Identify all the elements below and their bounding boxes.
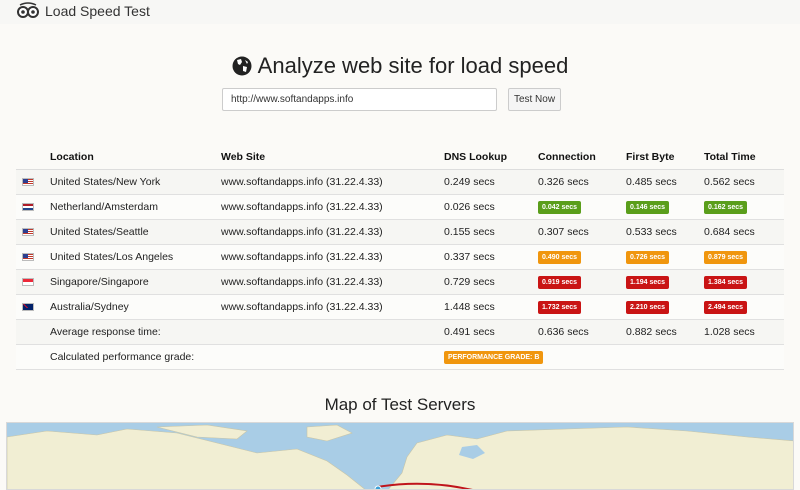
status-badge: 0.146 secs [626,200,670,214]
dns-cell: 0.729 secs [440,269,534,295]
world-map [7,423,793,489]
connection-cell: 0.042 secs [534,194,622,220]
globe-icon [232,56,252,76]
first-byte-cell: 0.146 secs [622,194,700,220]
status-badge: 0.490 secs [538,250,582,264]
au-flag-icon [22,302,34,311]
first-byte-cell: 0.533 secs [622,219,700,245]
table-row: United States/Seattle www.softandapps.in… [16,219,784,245]
location-cell: Netherland/Amsterdam [46,194,217,220]
website-cell: www.softandapps.info (31.22.4.33) [217,194,440,220]
total-time-cell: 0.162 secs [700,194,784,220]
nl-flag-icon [22,202,34,211]
status-badge: 1.194 secs [626,275,670,289]
connection-cell: 0.490 secs [534,244,622,270]
connection-cell: 0.326 secs [534,169,622,195]
average-row: Average response time: 0.491 secs 0.636 … [16,319,784,345]
table-row: Singapore/Singapore www.softandapps.info… [16,269,784,295]
results-table: Location Web Site DNS Lookup Connection … [16,145,784,370]
total-time-cell: 2.494 secs [700,294,784,320]
table-row: United States/New York www.softandapps.i… [16,169,784,195]
table-row: Netherland/Amsterdam www.softandapps.inf… [16,194,784,220]
total-time-cell: 0.562 secs [700,169,784,195]
dns-cell: 0.249 secs [440,169,534,195]
sg-flag-icon [22,277,34,286]
flag-header [16,145,46,170]
table-row: Australia/Sydney www.softandapps.info (3… [16,294,784,320]
dns-cell: 0.026 secs [440,194,534,220]
top-bar: Load Speed Test [0,0,800,24]
website-cell: www.softandapps.info (31.22.4.33) [217,244,440,270]
flag-cell [16,269,46,295]
flag-cell [16,194,46,220]
status-badge: 2.494 secs [704,300,748,314]
status-badge: 2.210 secs [626,300,670,314]
location-cell: Australia/Sydney [46,294,217,320]
status-badge: 1.384 secs [704,275,748,289]
status-badge: 0.919 secs [538,275,582,289]
status-badge: 1.732 secs [538,300,582,314]
dns-cell: 0.155 secs [440,219,534,245]
us-flag-icon [22,252,34,261]
status-badge: 0.042 secs [538,200,582,214]
first-byte-header: First Byte [622,145,700,170]
first-byte-cell: 1.194 secs [622,269,700,295]
flag-cell [16,244,46,270]
page-title: Analyze web site for load speed [257,53,569,78]
page-heading: Analyze web site for load speed [0,52,800,80]
dns-cell: 1.448 secs [440,294,534,320]
dns-cell: 0.337 secs [440,244,534,270]
brand-link[interactable]: Load Speed Test [16,2,150,20]
server-map[interactable] [6,422,794,490]
average-connection: 0.636 secs [534,319,622,345]
dns-header: DNS Lookup [440,145,534,170]
total-time-header: Total Time [700,145,784,170]
test-form: Test Now [222,88,561,111]
flag-cell [16,169,46,195]
first-byte-cell: 0.485 secs [622,169,700,195]
connection-cell: 0.919 secs [534,269,622,295]
us-flag-icon [22,227,34,236]
status-badge: 0.162 secs [704,200,748,214]
performance-grade-badge: PERFORMANCE GRADE: B [444,350,544,364]
connection-cell: 0.307 secs [534,219,622,245]
first-byte-cell: 0.726 secs [622,244,700,270]
connection-cell: 1.732 secs [534,294,622,320]
flag-cell [16,294,46,320]
average-first-byte: 0.882 secs [622,319,700,345]
test-now-button[interactable]: Test Now [508,88,561,111]
total-time-cell: 0.879 secs [700,244,784,270]
location-header: Location [46,145,217,170]
location-cell: United States/New York [46,169,217,195]
map-title: Map of Test Servers [324,395,476,414]
table-header-row: Location Web Site DNS Lookup Connection … [16,145,784,170]
us-flag-icon [22,177,34,186]
grade-label: Calculated performance grade: [46,344,217,370]
website-cell: www.softandapps.info (31.22.4.33) [217,269,440,295]
connection-header: Connection [534,145,622,170]
glasses-icon [16,2,40,20]
grade-row: Calculated performance grade: PERFORMANC… [16,344,784,370]
average-total: 1.028 secs [700,319,784,345]
location-cell: United States/Los Angeles [46,244,217,270]
website-cell: www.softandapps.info (31.22.4.33) [217,294,440,320]
flag-cell [16,219,46,245]
website-cell: www.softandapps.info (31.22.4.33) [217,169,440,195]
total-time-cell: 0.684 secs [700,219,784,245]
status-badge: 0.726 secs [626,250,670,264]
url-input[interactable] [222,88,497,111]
location-cell: Singapore/Singapore [46,269,217,295]
location-cell: United States/Seattle [46,219,217,245]
first-byte-cell: 2.210 secs [622,294,700,320]
app-title: Load Speed Test [45,3,150,19]
grade-cell: PERFORMANCE GRADE: B [440,344,784,370]
table-row: United States/Los Angeles www.softandapp… [16,244,784,270]
website-header: Web Site [217,145,440,170]
average-label: Average response time: [46,319,217,345]
average-dns: 0.491 secs [440,319,534,345]
status-badge: 0.879 secs [704,250,748,264]
website-cell: www.softandapps.info (31.22.4.33) [217,219,440,245]
total-time-cell: 1.384 secs [700,269,784,295]
